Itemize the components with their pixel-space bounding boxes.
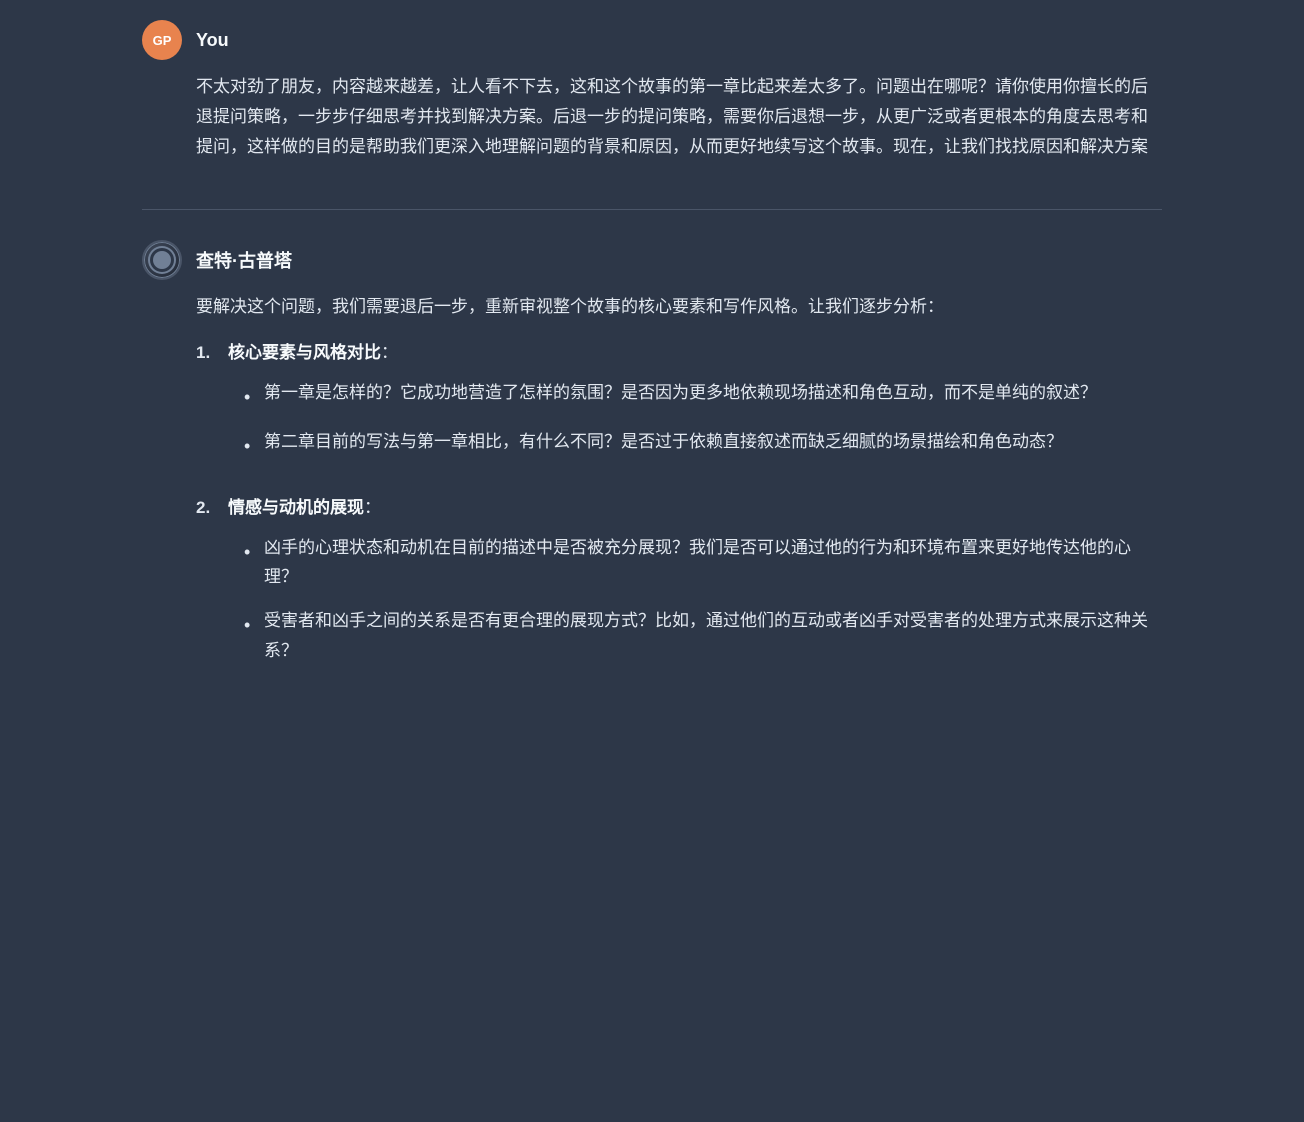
bullet-dot-2-2: • xyxy=(244,610,256,666)
ai-sender-name: 查特·古普塔 xyxy=(196,247,292,273)
bullet-1-2: • 第二章目前的写法与第一章相比，有什么不同？是否过于依赖直接叙述而缺乏细腻的场… xyxy=(244,427,1097,463)
bullet-2-1: • 凶手的心理状态和动机在目前的描述中是否被充分展现？我们是否可以通过他的行为和… xyxy=(244,533,1162,593)
chat-container: GP You 不太对劲了朋友，内容越来越差，让人看不下去，这和这个故事的第一章比… xyxy=(102,0,1202,756)
user-message-content: 不太对劲了朋友，内容越来越差，让人看不下去，这和这个故事的第一章比起来差太多了。… xyxy=(142,72,1162,169)
bullet-text-1-1: 第一章是怎样的？它成功地营造了怎样的氛围？是否因为更多地依赖现场描述和角色互动，… xyxy=(264,378,1097,414)
bullet-dot-1-2: • xyxy=(244,431,256,463)
section-number-1: 1. xyxy=(196,338,220,477)
ai-message-block: 查特·古普塔 要解决这个问题，我们需要退后一步，重新审视整个故事的核心要素和写作… xyxy=(142,240,1162,695)
ai-avatar-icon xyxy=(144,242,180,278)
section-number-2: 2. xyxy=(196,493,220,680)
bullet-text-2-2: 受害者和凶手之间的关系是否有更合理的展现方式？比如，通过他们的互动或者凶手对受害… xyxy=(264,606,1162,666)
ai-intro-text: 要解决这个问题，我们需要退后一步，重新审视整个故事的核心要素和写作风格。让我们逐… xyxy=(196,292,1162,322)
section-content-1: 核心要素与风格对比： • 第一章是怎样的？它成功地营造了怎样的氛围？是否因为更多… xyxy=(228,338,1097,477)
bullet-1-1: • 第一章是怎样的？它成功地营造了怎样的氛围？是否因为更多地依赖现场描述和角色互… xyxy=(244,378,1097,414)
section-2-bullets: • 凶手的心理状态和动机在目前的描述中是否被充分展现？我们是否可以通过他的行为和… xyxy=(244,533,1162,666)
section-1-bullets: • 第一章是怎样的？它成功地营造了怎样的氛围？是否因为更多地依赖现场描述和角色互… xyxy=(244,378,1097,463)
bullet-text-2-1: 凶手的心理状态和动机在目前的描述中是否被充分展现？我们是否可以通过他的行为和环境… xyxy=(264,533,1162,593)
ai-avatar xyxy=(142,240,182,280)
bullet-2-2: • 受害者和凶手之间的关系是否有更合理的展现方式？比如，通过他们的互动或者凶手对… xyxy=(244,606,1162,666)
section-item-2: 2. 情感与动机的展现： • 凶手的心理状态和动机在目前的描述中是否被充分展现？… xyxy=(196,493,1162,680)
bullet-dot-1-1: • xyxy=(244,382,256,414)
user-avatar-initials: GP xyxy=(153,33,172,48)
section-content-2: 情感与动机的展现： • 凶手的心理状态和动机在目前的描述中是否被充分展现？我们是… xyxy=(228,493,1162,680)
ai-sections-list: 1. 核心要素与风格对比： • 第一章是怎样的？它成功地营造了怎样的氛围？是否因… xyxy=(196,338,1162,680)
section-title-2: 情感与动机的展现 xyxy=(228,498,364,517)
ai-message-header: 查特·古普塔 xyxy=(142,240,1162,280)
bullet-text-1-2: 第二章目前的写法与第一章相比，有什么不同？是否过于依赖直接叙述而缺乏细腻的场景描… xyxy=(264,427,1063,463)
user-message-header: GP You xyxy=(142,20,1162,60)
section-item-1: 1. 核心要素与风格对比： • 第一章是怎样的？它成功地营造了怎样的氛围？是否因… xyxy=(196,338,1162,477)
user-avatar: GP xyxy=(142,20,182,60)
user-message-text: 不太对劲了朋友，内容越来越差，让人看不下去，这和这个故事的第一章比起来差太多了。… xyxy=(196,72,1162,161)
bullet-dot-2-1: • xyxy=(244,537,256,593)
user-message-block: GP You 不太对劲了朋友，内容越来越差，让人看不下去，这和这个故事的第一章比… xyxy=(142,20,1162,169)
user-sender-name: You xyxy=(196,30,229,51)
ai-message-content: 要解决这个问题，我们需要退后一步，重新审视整个故事的核心要素和写作风格。让我们逐… xyxy=(142,292,1162,695)
message-divider xyxy=(142,209,1162,210)
section-title-1: 核心要素与风格对比 xyxy=(228,343,381,362)
